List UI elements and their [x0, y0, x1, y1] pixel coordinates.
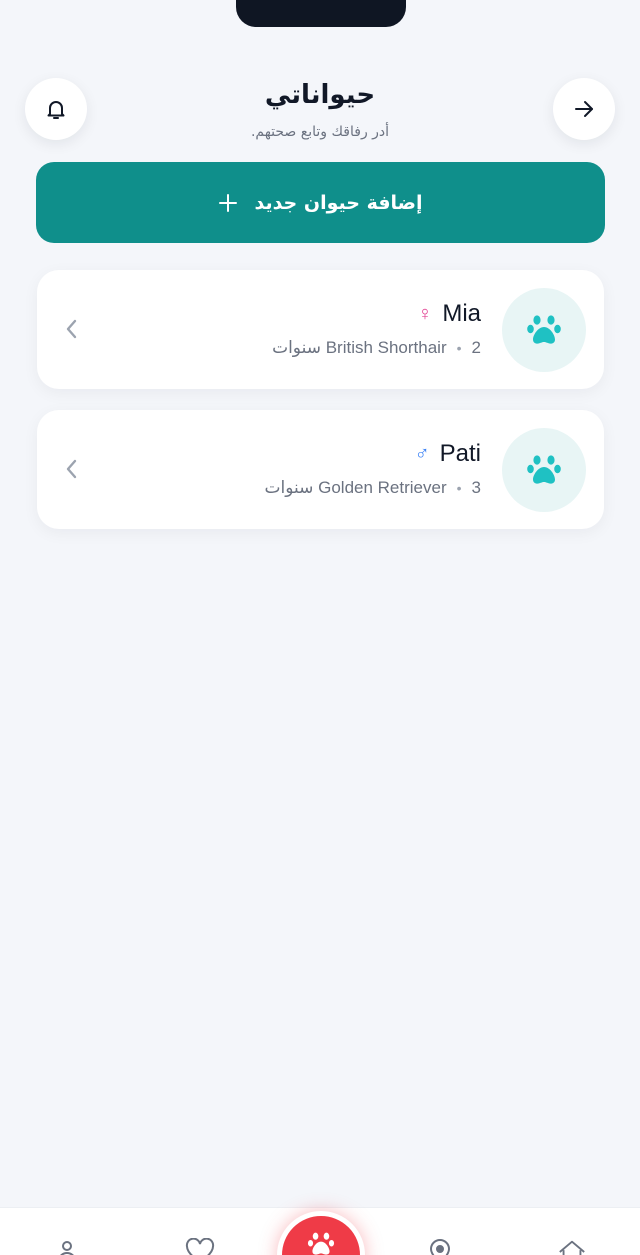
plus-icon: [218, 193, 238, 213]
nav-favorites[interactable]: [185, 1238, 215, 1255]
female-icon: ♀: [417, 302, 433, 325]
pet-name: Mia: [442, 300, 481, 327]
pet-avatar: [502, 288, 586, 372]
device-notch: [236, 0, 406, 27]
home-icon: [559, 1240, 585, 1255]
heart-icon: [185, 1238, 215, 1255]
pet-age: 3: [471, 478, 481, 497]
pet-breed: British Shorthair سنوات: [272, 338, 447, 357]
arrow-right-icon: [575, 101, 593, 117]
paw-icon: [527, 455, 561, 484]
paw-icon: [527, 315, 561, 344]
pet-details: 3 • Golden Retriever سنوات: [265, 478, 482, 498]
pet-name-row: Mia ♀: [417, 300, 481, 328]
page-subtitle: أدر رفاقك وتابع صحتهم.: [250, 124, 390, 140]
separator-dot: •: [456, 480, 462, 496]
pet-details: 2 • British Shorthair سنوات: [272, 338, 481, 358]
male-icon: ♂: [414, 442, 430, 465]
pet-name-row: Pati ♂: [415, 440, 481, 468]
paw-icon: [307, 1232, 335, 1255]
back-button[interactable]: [553, 78, 615, 140]
chevron-left-icon: [63, 458, 79, 480]
nav-home[interactable]: [557, 1238, 587, 1255]
pet-name: Pati: [439, 440, 481, 467]
chevron-left-icon: [63, 318, 79, 340]
add-pet-label: إضافة حيوان جديد: [254, 191, 423, 214]
nav-profile[interactable]: [52, 1238, 82, 1255]
bell-icon: [47, 101, 65, 119]
nav-location[interactable]: [425, 1238, 455, 1255]
pet-card-mia[interactable]: Mia ♀ 2 • British Shorthair سنوات: [37, 270, 604, 389]
pet-avatar: [502, 428, 586, 512]
pet-age: 2: [471, 338, 481, 357]
user-icon: [60, 1241, 74, 1255]
add-pet-button[interactable]: إضافة حيوان جديد: [36, 162, 605, 243]
separator-dot: •: [456, 340, 462, 356]
pet-card-pati[interactable]: Pati ♂ 3 • Golden Retriever سنوات: [37, 410, 604, 529]
pet-breed: Golden Retriever سنوات: [264, 478, 447, 497]
page-title: حيواناتي: [264, 80, 376, 110]
location-icon: [429, 1239, 451, 1255]
notifications-button[interactable]: [25, 78, 87, 140]
